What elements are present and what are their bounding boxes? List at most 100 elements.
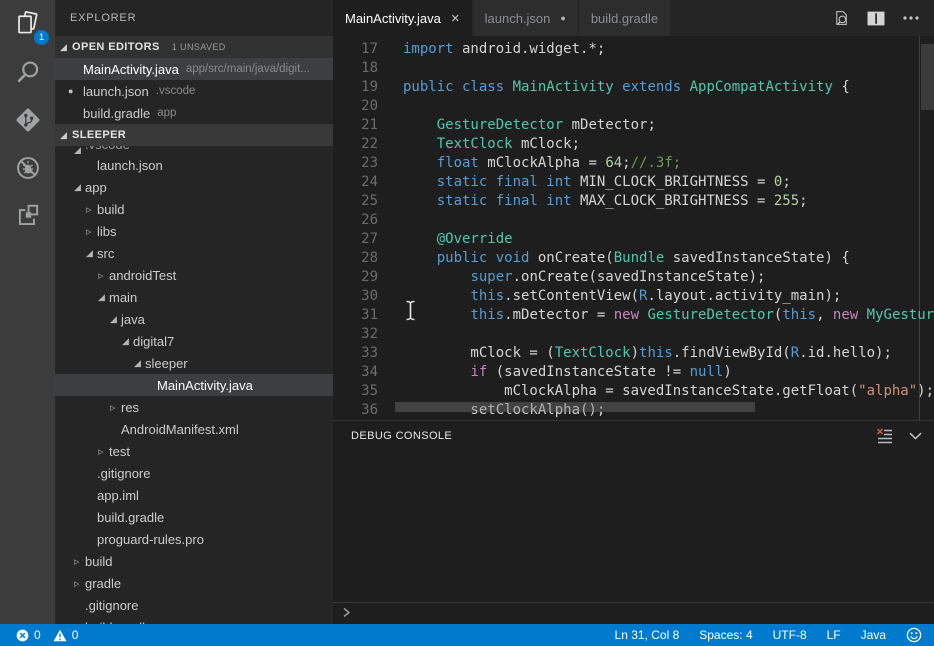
chevron-expanded-icon: ◢ [74,182,85,193]
status-eol[interactable]: LF [827,628,841,642]
code-token [403,193,437,209]
split-editor-icon[interactable] [867,11,885,26]
status-right: Ln 31, Col 8 Spaces: 4 UTF-8 LF Java [615,627,934,643]
code-text: this.mDetector = new GestureDetector(thi… [395,306,934,325]
code-token: .id.hello); [799,345,892,361]
folder-section-header[interactable]: ◢ SLEEPER [55,124,333,146]
code-token: null [690,364,724,380]
tree-item-build[interactable]: ▹build [55,550,333,572]
code-token: this [470,307,504,323]
tree-item-build-gradle[interactable]: build.gradle [55,616,333,624]
open-editors-header[interactable]: ◢ OPEN EDITORS 1 UNSAVED [55,36,333,58]
tab-build-gradle[interactable]: build.gradle [579,0,671,36]
code-token: ; [799,193,807,209]
tree-item-label: build [97,202,124,217]
error-count: 0 [34,628,41,642]
warnings-icon [53,629,67,642]
panel-header: DEBUG CONSOLE [333,421,934,451]
problems-status[interactable]: 0 0 [0,628,78,642]
tree-item-label: sleeper [145,356,188,371]
code-line: 26 [333,211,934,230]
tab-mainactivity-java[interactable]: MainActivity.java× [333,0,473,36]
open-editor-mainactivity-java[interactable]: MainActivity.javaapp/src/main/java/digit… [55,58,333,80]
file-search-icon[interactable] [832,9,850,27]
debug-console-panel: DEBUG CONSOLE [333,420,934,624]
clear-console-icon[interactable] [876,428,893,444]
code-line: 25 static final int MAX_CLOCK_BRIGHTNESS… [333,192,934,211]
line-number: 21 [333,116,395,135]
tree-item-gradle[interactable]: ▹gradle [55,572,333,594]
close-panel-chevron-icon[interactable] [909,432,922,440]
code-token: if [470,364,487,380]
chevron-collapsed-icon: ▹ [98,445,109,458]
line-number: 32 [333,325,395,344]
tree-item-proguard-rules-pro[interactable]: proguard-rules.pro [55,528,333,550]
tree-item-test[interactable]: ▹test [55,440,333,462]
tree-item-digital7[interactable]: ◢digital7 [55,330,333,352]
tree-item-androidtest[interactable]: ▹androidTest [55,264,333,286]
open-editor-build-gradle[interactable]: build.gradleapp [55,102,333,124]
tree-item-libs[interactable]: ▹libs [55,220,333,242]
chevron-collapsed-icon: ▹ [98,269,109,282]
close-tab-icon[interactable]: × [451,11,460,26]
tree-item-src[interactable]: ◢src [55,242,333,264]
unsaved-count-badge: 1 UNSAVED [172,42,226,52]
feedback-smiley-icon[interactable] [906,627,922,643]
tree-item-label: app [85,180,107,195]
tree-item-label: build [85,554,112,569]
activity-bar-search[interactable] [0,48,55,96]
chevron-collapsed-icon: ▹ [86,225,97,238]
status-language-mode[interactable]: Java [861,628,886,642]
scrollbar-thumb[interactable] [921,44,934,110]
status-indentation[interactable]: Spaces: 4 [699,628,752,642]
open-editor-name: MainActivity.java [83,62,179,77]
tree-item-app-iml[interactable]: app.iml [55,484,333,506]
panel-tab-debug-console[interactable]: DEBUG CONSOLE [351,430,452,442]
activity-bar-explorer[interactable]: 1 [0,0,55,48]
code-token: ) [723,364,731,380]
debug-console-input[interactable] [333,602,934,624]
open-editor-name: build.gradle [83,106,150,121]
tree-item-build[interactable]: ▹build [55,198,333,220]
open-editors-label: OPEN EDITORS [72,41,160,53]
vertical-scrollbar[interactable] [919,36,934,420]
tree-item-java[interactable]: ◢java [55,308,333,330]
tree-item-main[interactable]: ◢main [55,286,333,308]
line-number: 22 [333,135,395,154]
code-editor[interactable]: 17import android.widget.*;1819public cla… [333,36,934,420]
tree-item-mainactivity-java[interactable]: MainActivity.java [55,374,333,396]
tree-item-label: proguard-rules.pro [97,532,204,547]
code-token: R [791,345,799,361]
code-token: .findViewById( [673,345,791,361]
code-token: "alpha" [858,383,917,399]
tree-item-gitignore[interactable]: .gitignore [55,594,333,616]
chevron-expanded-icon: ◢ [110,314,121,325]
tab-launch-json[interactable]: launch.json● [473,0,579,36]
activity-bar-extensions[interactable] [0,192,55,240]
tree-item-sleeper[interactable]: ◢sleeper [55,352,333,374]
status-encoding[interactable]: UTF-8 [773,628,807,642]
code-text: if (savedInstanceState != null) [395,363,732,382]
tree-item-app[interactable]: ◢app [55,176,333,198]
line-number: 28 [333,249,395,268]
activity-bar-source-control[interactable] [0,96,55,144]
code-text: static final int MIN_CLOCK_BRIGHTNESS = … [395,173,791,192]
code-line: 17import android.widget.*; [333,40,934,59]
code-lines: 17import android.widget.*;1819public cla… [333,36,934,420]
status-cursor-position[interactable]: Ln 31, Col 8 [615,628,680,642]
tree-item-launch-json[interactable]: launch.json [55,154,333,176]
code-token [403,174,437,190]
tree-item-vscode[interactable]: ◢.vscode [55,146,333,154]
line-number: 26 [333,211,395,230]
code-token: , [816,307,833,323]
more-actions-icon[interactable] [902,15,920,21]
open-editor-launch-json[interactable]: ●launch.json.vscode [55,80,333,102]
code-token: import [403,41,454,57]
tree-item-res[interactable]: ▹res [55,396,333,418]
activity-bar-debug[interactable] [0,144,55,192]
tree-item-gitignore[interactable]: .gitignore [55,462,333,484]
tree-item-build-gradle[interactable]: build.gradle [55,506,333,528]
line-number: 20 [333,97,395,116]
tree-item-androidmanifest-xml[interactable]: AndroidManifest.xml [55,418,333,440]
horizontal-scrollbar[interactable] [395,402,755,412]
